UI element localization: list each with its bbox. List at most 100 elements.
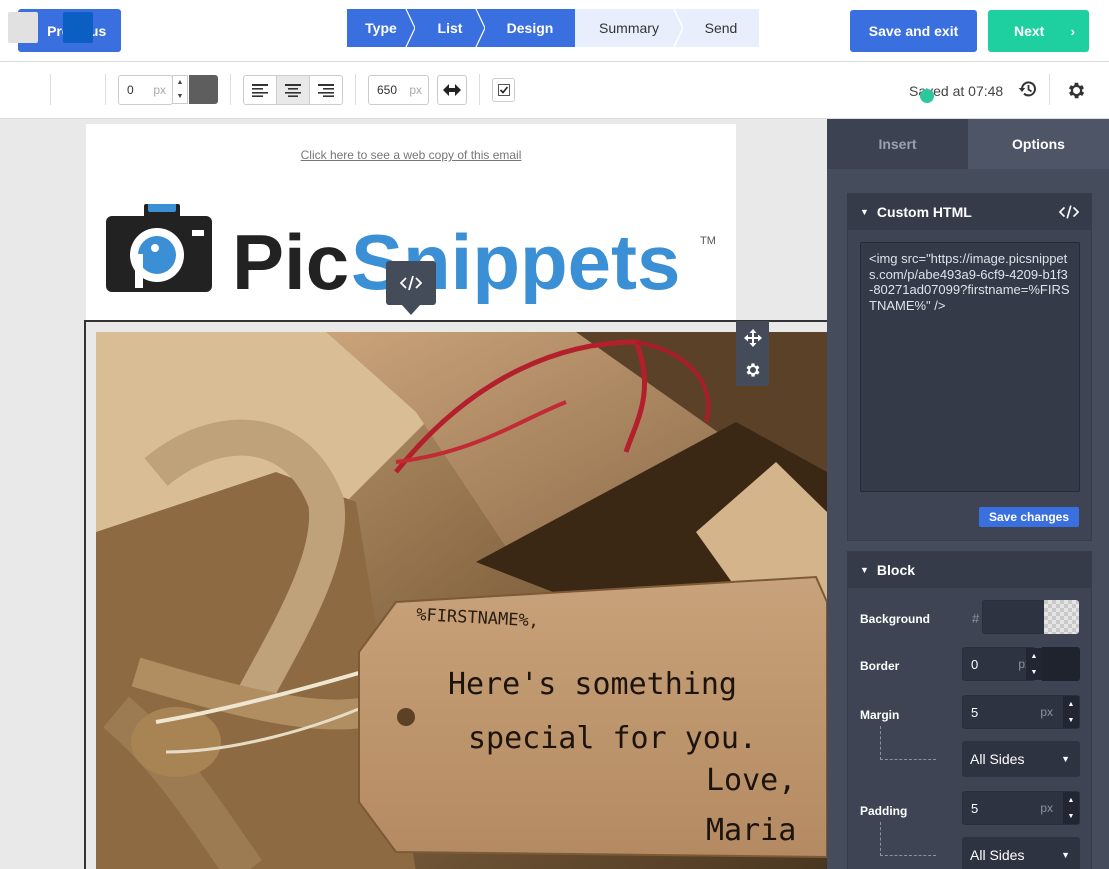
align-left-button[interactable] [244,76,277,104]
wizard-steps: Type List Design Summary Send [347,9,759,47]
arrow-down-icon[interactable]: ▼ [1068,813,1075,820]
content-color-swatch[interactable] [63,12,93,43]
gift-image[interactable]: %FIRSTNAME%, Here's something special fo… [96,332,827,869]
block-header[interactable]: ▼ Block [848,552,1091,588]
status-dot [920,89,934,103]
margin-sides-select[interactable]: All Sides ▼ [962,741,1080,777]
step-label: Type [365,20,397,36]
panel-title: Custom HTML [876,204,972,220]
arrow-down-icon[interactable]: ▼ [1031,669,1038,676]
hash-label: # [972,611,980,626]
arrow-down-icon[interactable]: ▼ [177,93,184,100]
step-label: List [437,20,463,36]
arrows-horizontal-icon [443,84,461,96]
chevron-down-icon: ▼ [1061,850,1070,860]
save-changes-button[interactable]: Save changes [979,507,1079,527]
background-color-input[interactable] [982,600,1044,634]
tag-line-1: Here's something [448,667,737,702]
divider [230,74,231,105]
margin-value: 5 [971,704,979,720]
code-icon [400,275,422,291]
margin-bracket [880,726,936,760]
padding-stepper[interactable]: ▲ ▼ [1063,792,1079,824]
border-width-stepper[interactable]: ▲ ▼ [172,75,188,104]
checkbox-toggle[interactable] [492,78,515,102]
arrow-up-icon[interactable]: ▲ [1068,797,1075,804]
gear-icon[interactable] [1066,80,1087,101]
email-width-input[interactable]: 650 px [368,75,429,105]
top-bar: ‹ Previous Type List Design Summary Send… [0,0,1109,62]
move-block-button[interactable] [736,321,769,354]
step-summary[interactable]: Summary [575,9,684,47]
tag-line-2: special for you. [468,721,757,756]
padding-label: Padding [860,804,908,818]
divider [1049,74,1050,105]
checkbox-icon [497,84,510,96]
align-center-button[interactable] [277,76,310,104]
full-width-toggle[interactable] [437,75,467,105]
background-label: Background [860,612,931,626]
arrow-up-icon[interactable]: ▲ [177,79,184,86]
block-panel: ▼ Block Background # Border 0 px ▲ ▼ Marg… [847,551,1092,869]
collapse-triangle-icon: ▼ [860,565,869,575]
arrow-up-icon[interactable]: ▲ [1068,701,1075,708]
align-right-button[interactable] [310,76,342,104]
unit-label: px [153,83,166,97]
border-width-input[interactable]: 0 px [118,75,173,105]
unit-label: px [1040,705,1053,719]
tab-options[interactable]: Options [968,119,1109,169]
border-label: Border [860,659,900,673]
margin-stepper[interactable]: ▲ ▼ [1063,696,1079,728]
email-width-value: 650 [377,83,398,97]
custom-html-header[interactable]: ▼ Custom HTML [848,194,1091,230]
move-icon [743,328,762,347]
logo-text-pic: Pic [232,218,349,304]
save-and-exit-button[interactable]: Save and exit [850,10,977,52]
transparent-color-swatch[interactable] [1044,600,1079,634]
tab-insert[interactable]: Insert [827,119,968,169]
block-settings-button[interactable] [736,353,769,386]
gift-photo: %FIRSTNAME%, Here's something special fo… [96,332,827,869]
divider [355,74,356,105]
divider [105,74,106,105]
tag-line-3: Love, [706,763,796,798]
chevron-down-icon: ▼ [1061,754,1070,764]
step-send[interactable]: Send [683,9,759,47]
gear-icon [746,362,760,377]
border-stepper[interactable]: ▲ ▼ [1026,648,1042,680]
border-input[interactable]: 0 px [962,647,1034,681]
unit-label: px [409,83,422,97]
collapse-triangle-icon: ▼ [860,207,869,217]
options-sidebar: Insert Options ▼ Custom HTML <img src="h… [827,119,1109,869]
tag-line-4: Maria [706,813,796,848]
step-design[interactable]: Design [485,9,576,47]
custom-html-textarea[interactable]: <img src="https://image.picsnippets.com/… [860,242,1080,492]
padding-bracket [880,822,936,856]
background-color-swatch[interactable] [8,12,38,43]
border-value: 0 [971,656,979,672]
camera-logo-icon [106,204,212,292]
arrow-up-icon[interactable]: ▲ [1031,653,1038,660]
panel-title: Block [876,562,916,578]
custom-html-marker[interactable] [386,261,436,315]
step-type[interactable]: Type [347,9,416,47]
border-color-swatch[interactable] [189,75,218,104]
next-button[interactable]: Next › [988,10,1089,52]
alignment-group [243,75,343,105]
padding-value: 5 [971,800,979,816]
align-left-icon [252,83,268,97]
web-copy-link[interactable]: Click here to see a web copy of this ema… [86,148,736,162]
code-icon [1059,205,1079,219]
unit-label: px [1040,801,1053,815]
align-center-icon [285,83,301,97]
step-list[interactable]: List [415,9,486,47]
arrow-down-icon[interactable]: ▼ [1068,717,1075,724]
align-right-icon [318,83,334,97]
border-color-swatch[interactable] [1042,647,1080,681]
custom-html-panel: ▼ Custom HTML <img src="https://image.pi… [847,193,1092,541]
margin-label: Margin [860,708,900,722]
step-label: Design [506,20,554,36]
padding-sides-select[interactable]: All Sides ▼ [962,837,1080,869]
history-icon[interactable] [1018,79,1038,99]
next-label: Next [1014,23,1045,39]
